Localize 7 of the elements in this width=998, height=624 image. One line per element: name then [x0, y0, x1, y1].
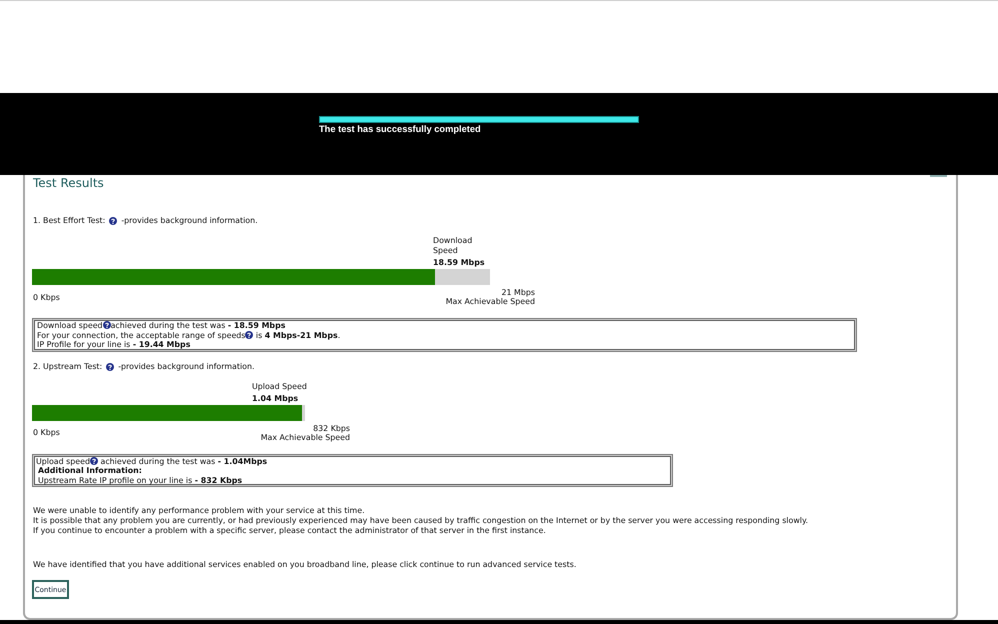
status-text: The test has successfully completed [319, 124, 481, 135]
panel-title: Test Results [32, 175, 104, 191]
help-icon[interactable] [90, 456, 98, 464]
help-icon[interactable] [109, 217, 118, 225]
help-icon[interactable] [106, 362, 114, 370]
help-icon[interactable] [245, 330, 254, 338]
help-icon[interactable] [102, 321, 111, 329]
